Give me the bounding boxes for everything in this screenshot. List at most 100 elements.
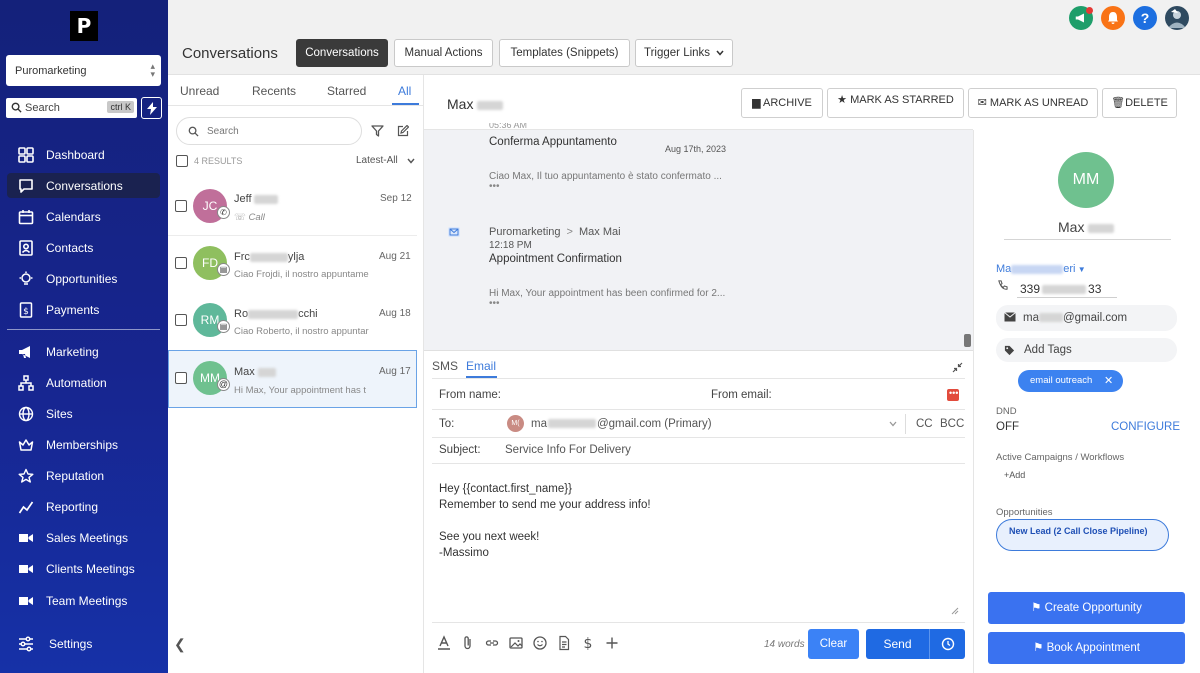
user-avatar[interactable]	[1165, 6, 1189, 30]
collapse-sidebar-icon[interactable]: ❮	[174, 636, 186, 653]
add-tags-input[interactable]: Add Tags	[996, 338, 1177, 362]
contacts-icon	[19, 240, 33, 256]
clear-button[interactable]: Clear	[808, 629, 859, 659]
tab-recents[interactable]: Recents	[252, 84, 296, 98]
remove-tag-icon[interactable]: ✕	[1104, 370, 1113, 392]
chevron-down-icon[interactable]	[407, 158, 415, 164]
star-icon: ★	[837, 94, 851, 106]
contact-name: Ro cchi	[234, 308, 318, 320]
schedule-send-button[interactable]	[929, 629, 965, 659]
sidebar-item-memberships[interactable]: Memberships	[7, 432, 160, 457]
sidebar-search[interactable]: Search ctrl K	[6, 98, 137, 118]
book-appointment-button[interactable]: ⚑ Book Appointment	[988, 632, 1185, 664]
tab-templates[interactable]: Templates (Snippets)	[499, 39, 630, 67]
archive-button[interactable]: ▆ ARCHIVE	[741, 88, 823, 118]
more-ellipsis-icon[interactable]: •••	[489, 298, 500, 309]
opportunities-icon	[19, 271, 33, 285]
tab-manual-actions[interactable]: Manual Actions	[394, 39, 493, 67]
more-ellipsis-icon[interactable]: •••	[489, 181, 500, 192]
list-search-input[interactable]: Search	[176, 117, 362, 145]
sidebar-item-sites[interactable]: Sites	[7, 401, 160, 426]
collapse-arrows-icon[interactable]	[952, 362, 963, 373]
sidebar-item-opportunities[interactable]: Opportunities	[7, 266, 160, 291]
sidebar-item-calendars[interactable]: Calendars	[7, 204, 160, 229]
sidebar-item-reputation[interactable]: Reputation	[7, 463, 160, 488]
reputation-icon	[18, 468, 34, 483]
phone-field[interactable]: 339 33	[1020, 282, 1101, 296]
mark-unread-button[interactable]: ✉ MARK AS UNREAD	[968, 88, 1098, 118]
text-format-icon[interactable]	[436, 635, 452, 651]
attachment-icon[interactable]	[460, 635, 476, 651]
notifications-button[interactable]	[1101, 6, 1125, 30]
thread-scrollbar[interactable]	[964, 334, 971, 347]
cc-button[interactable]: CC	[916, 418, 933, 430]
send-button[interactable]: Send	[866, 629, 929, 659]
sidebar-item-contacts[interactable]: Contacts	[7, 235, 160, 260]
name-underline	[1004, 239, 1171, 240]
row-checkbox[interactable]	[175, 314, 187, 326]
sort-dropdown[interactable]: Latest-All	[356, 155, 398, 166]
tab-all[interactable]: All	[398, 84, 411, 98]
add-tags-placeholder: Add Tags	[1024, 344, 1072, 356]
redacted-text	[248, 309, 299, 319]
opportunity-chip[interactable]: New Lead (2 Call Close Pipeline)	[996, 519, 1169, 551]
dollar-icon[interactable]: $	[580, 635, 596, 651]
sidebar-item-clients-meetings[interactable]: Clients Meetings	[7, 556, 160, 581]
dots-glyph: •••	[949, 388, 959, 398]
emoji-icon[interactable]	[532, 635, 548, 651]
link-icon[interactable]	[484, 635, 500, 651]
create-opportunity-button[interactable]: ⚑ Create Opportunity	[988, 592, 1185, 624]
bcc-button[interactable]: BCC	[940, 418, 964, 430]
sidebar-item-reporting[interactable]: Reporting	[7, 494, 160, 519]
sidebar-item-payments[interactable]: $ Payments	[7, 297, 160, 322]
list-item-selected[interactable]: MM @ Max Aug 17 Hi Max, Your appointment…	[168, 350, 417, 408]
sidebar-item-conversations[interactable]: Conversations	[7, 173, 160, 198]
row-date: Sep 12	[380, 193, 412, 204]
sidebar-item-dashboard[interactable]: Dashboard	[7, 142, 160, 167]
options-menu-icon[interactable]: •••	[947, 388, 959, 401]
tab-conversations[interactable]: Conversations	[296, 39, 388, 67]
account-switcher[interactable]: Puromarketing ▴ ▾	[6, 55, 161, 86]
tab-email[interactable]: Email	[466, 359, 496, 373]
sidebar-item-settings[interactable]: Settings	[7, 631, 160, 656]
list-item[interactable]: JC ✆ Jeff Sep 12 ☏ Call	[168, 178, 417, 236]
mark-starred-button[interactable]: ★ MARK AS STARRED	[827, 88, 964, 118]
app-logo[interactable]: P	[70, 11, 98, 41]
filter-icon[interactable]	[371, 125, 384, 137]
subject-input[interactable]: Service Info For Delivery	[505, 444, 631, 456]
sidebar-item-automation[interactable]: Automation	[7, 370, 160, 395]
body-line: See you next week!	[439, 531, 540, 543]
resize-handle-icon[interactable]	[951, 607, 959, 615]
sidebar-item-team-meetings[interactable]: Team Meetings	[7, 588, 160, 613]
sidebar-item-sales-meetings[interactable]: Sales Meetings	[7, 525, 160, 550]
tab-sms[interactable]: SMS	[432, 359, 458, 373]
plus-icon[interactable]	[604, 635, 620, 651]
row-checkbox[interactable]	[175, 200, 187, 212]
document-icon[interactable]	[556, 635, 572, 651]
chevron-down-icon[interactable]	[889, 421, 897, 427]
quick-actions-button[interactable]	[141, 97, 162, 119]
list-item[interactable]: RM ▤ Ro cchi Aug 18 Ciao Roberto, il nost…	[168, 293, 417, 351]
announcements-button[interactable]	[1069, 6, 1093, 30]
row-checkbox[interactable]	[175, 257, 187, 269]
owner-text: Ma	[996, 263, 1012, 275]
tag-chip[interactable]: email outreach ✕	[1018, 370, 1123, 392]
email-field[interactable]: ma @gmail.com	[996, 305, 1177, 331]
call-small-icon: ☏	[234, 212, 249, 223]
tab-unread[interactable]: Unread	[180, 84, 219, 98]
list-item[interactable]: FD ▤ Frc ylja Aug 21 Ciao Frojdi, il nost…	[168, 236, 417, 294]
select-all-checkbox[interactable]	[176, 155, 188, 167]
delete-button[interactable]: 🗑︎DELETE	[1102, 88, 1177, 118]
tab-starred[interactable]: Starred	[327, 84, 366, 98]
help-icon[interactable]: ?	[1133, 6, 1157, 30]
configure-dnd-link[interactable]: CONFIGURE	[1111, 421, 1180, 433]
image-icon[interactable]	[508, 635, 524, 651]
add-campaign-button[interactable]: +Add	[1004, 470, 1025, 480]
contact-owner-dropdown[interactable]: Ma eri ▼	[996, 263, 1086, 275]
sidebar-item-marketing[interactable]: Marketing	[7, 339, 160, 364]
row-checkbox[interactable]	[175, 372, 187, 384]
dnd-label: DND	[996, 406, 1017, 417]
to-field[interactable]: ma @gmail.com (Primary)	[531, 418, 712, 430]
compose-icon[interactable]	[397, 125, 409, 137]
tab-trigger-links[interactable]: Trigger Links	[635, 39, 733, 67]
